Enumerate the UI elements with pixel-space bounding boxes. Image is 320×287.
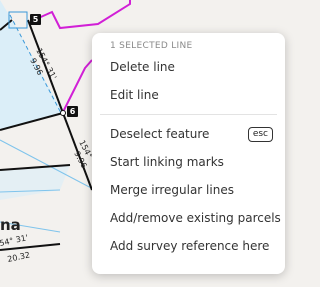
- edit-line-item[interactable]: Edit line: [92, 81, 285, 109]
- dimension-bearing-label: 54° 31': [0, 233, 29, 248]
- menu-header: 1 SELECTED LINE: [110, 41, 193, 51]
- deselect-feature-item[interactable]: Deselect feature esc: [92, 120, 285, 148]
- context-menu: 1 SELECTED LINE Delete line Edit line De…: [92, 33, 285, 274]
- node-marker-6[interactable]: 6: [67, 106, 78, 117]
- node-marker-5[interactable]: 5: [30, 14, 41, 25]
- start-linking-marks-item[interactable]: Start linking marks: [92, 148, 285, 176]
- magenta-line[interactable]: [33, 0, 131, 30]
- add-survey-reference-item[interactable]: Add survey reference here: [92, 232, 285, 260]
- dimension-distance-label: 20.32: [7, 250, 31, 264]
- vertex-point[interactable]: [60, 110, 66, 116]
- add-remove-parcels-item[interactable]: Add/remove existing parcels: [92, 204, 285, 232]
- magenta-line[interactable]: [62, 59, 93, 113]
- delete-line-item[interactable]: Delete line: [92, 53, 285, 81]
- parcel-name-label: na: [0, 216, 21, 234]
- esc-shortcut-badge: esc: [247, 127, 273, 142]
- merge-irregular-lines-item[interactable]: Merge irregular lines: [92, 176, 285, 204]
- node-number: 6: [69, 107, 76, 116]
- menu-divider: [100, 114, 277, 115]
- node-number: 5: [32, 15, 39, 24]
- deselect-feature-label: Deselect feature: [110, 127, 210, 141]
